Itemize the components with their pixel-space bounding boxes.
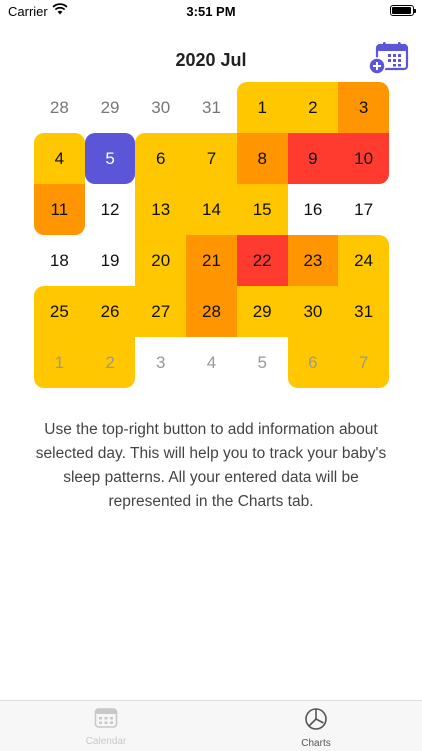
calendar-day[interactable]: 5 bbox=[237, 337, 288, 388]
tab-calendar-label: Calendar bbox=[85, 736, 127, 747]
calendar-day[interactable]: 21 bbox=[186, 235, 237, 286]
calendar-day[interactable]: 25 bbox=[34, 286, 85, 337]
calendar-day[interactable]: 1 bbox=[34, 337, 85, 388]
tab-calendar[interactable]: Calendar bbox=[46, 707, 166, 747]
calendar-day[interactable]: 3 bbox=[338, 82, 389, 133]
instructions-text: Use the top-right button to add informat… bbox=[35, 421, 387, 510]
status-bar: Carrier 3:51 PM bbox=[0, 0, 422, 22]
pie-chart-icon bbox=[305, 708, 327, 730]
calendar-day[interactable]: 1 bbox=[236, 82, 288, 133]
calendar-day[interactable]: 28 bbox=[186, 286, 237, 337]
calendar-day[interactable]: 13 bbox=[135, 184, 187, 235]
month-title: 2020 Jul bbox=[175, 50, 247, 70]
calendar-day[interactable]: 22 bbox=[236, 235, 288, 286]
calendar-day[interactable]: 29 bbox=[236, 286, 288, 337]
tab-charts[interactable]: Charts bbox=[256, 707, 376, 749]
calendar-day[interactable]: 5 bbox=[84, 133, 136, 184]
tab-charts-label: Charts bbox=[301, 738, 331, 749]
calendar-day[interactable]: 10 bbox=[338, 133, 389, 184]
calendar-day[interactable]: 16 bbox=[288, 184, 339, 235]
calendar-day[interactable]: 4 bbox=[34, 133, 85, 184]
calendar-day[interactable]: 7 bbox=[186, 133, 237, 184]
calendar-day[interactable]: 9 bbox=[287, 133, 339, 184]
calendar-day[interactable]: 6 bbox=[135, 133, 187, 184]
clock-label: 3:51 PM bbox=[186, 4, 236, 19]
calendar-day[interactable]: 15 bbox=[236, 184, 288, 235]
calendar-day[interactable]: 8 bbox=[236, 133, 288, 184]
calendar-day[interactable]: 6 bbox=[287, 337, 339, 388]
calendar-day[interactable]: 17 bbox=[338, 184, 389, 235]
calendar-day[interactable]: 30 bbox=[287, 286, 339, 337]
calendar-day[interactable]: 31 bbox=[186, 82, 237, 133]
calendar-day[interactable]: 24 bbox=[338, 235, 389, 286]
calendar-day[interactable]: 31 bbox=[338, 286, 389, 337]
calendar-grid: 28 29 30 31 1 2 3 4 5 6 7 8 9 10 11 12 13 14 15 16 17 18 19 20 2… bbox=[34, 82, 389, 388]
calendar-day[interactable]: 23 bbox=[287, 235, 339, 286]
calendar-day[interactable]: 2 bbox=[287, 82, 339, 133]
calendar-day[interactable]: 12 bbox=[85, 184, 136, 235]
calendar-icon bbox=[94, 708, 118, 728]
calendar-day[interactable]: 20 bbox=[135, 235, 187, 286]
add-info-button[interactable] bbox=[368, 42, 410, 76]
calendar-day[interactable]: 2 bbox=[84, 337, 136, 388]
calendar-day[interactable]: 29 bbox=[85, 82, 136, 133]
calendar-day[interactable]: 11 bbox=[34, 184, 85, 235]
calendar-day[interactable]: 3 bbox=[135, 337, 186, 388]
tab-bar: Calendar Charts bbox=[0, 700, 422, 751]
calendar-day[interactable]: 26 bbox=[84, 286, 136, 337]
calendar-day[interactable]: 27 bbox=[135, 286, 187, 337]
calendar-day[interactable]: 18 bbox=[34, 235, 85, 286]
calendar-day[interactable]: 7 bbox=[338, 337, 389, 388]
calendar-add-icon bbox=[368, 42, 409, 75]
calendar-day[interactable]: 30 bbox=[135, 82, 186, 133]
calendar-day[interactable]: 19 bbox=[85, 235, 136, 286]
calendar-day[interactable]: 14 bbox=[186, 184, 237, 235]
calendar-day[interactable]: 28 bbox=[34, 82, 85, 133]
calendar-day[interactable]: 4 bbox=[186, 337, 237, 388]
battery-icon bbox=[390, 5, 416, 16]
